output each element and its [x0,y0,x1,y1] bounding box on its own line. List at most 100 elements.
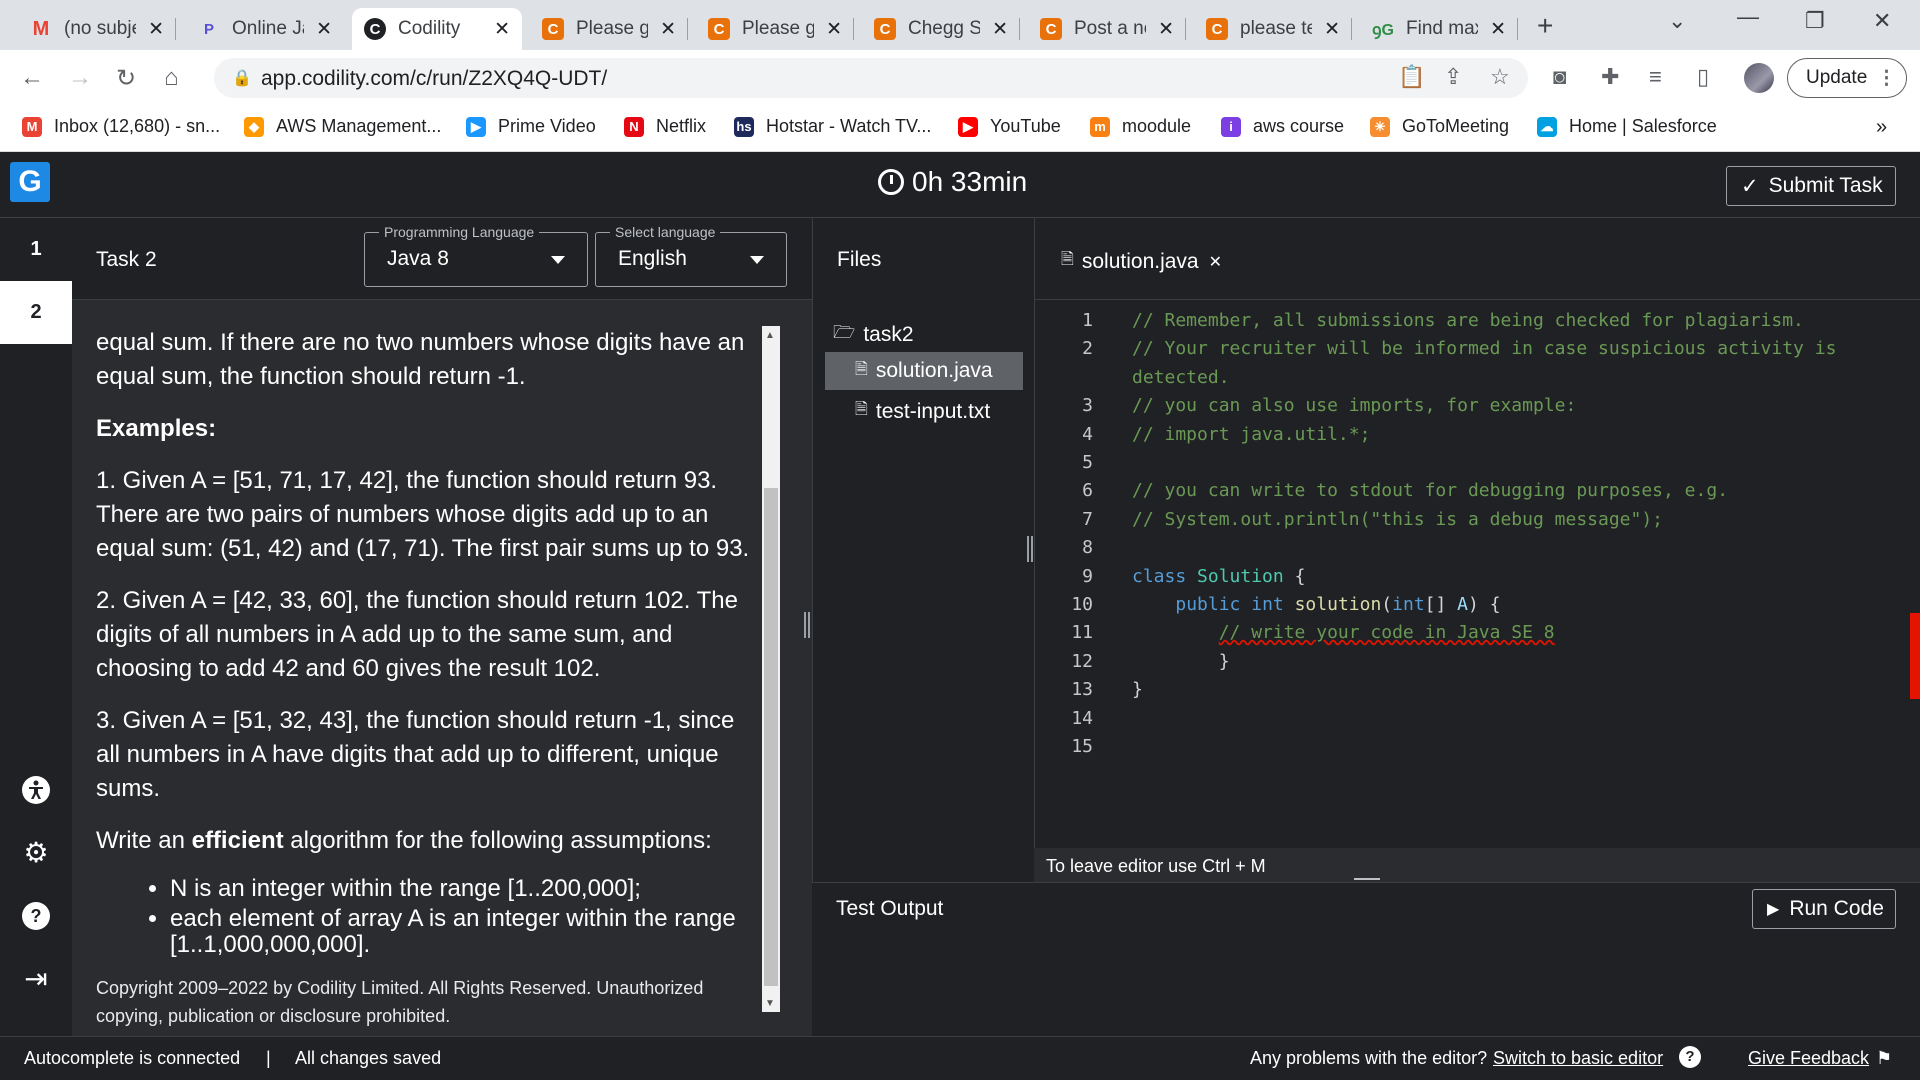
code-line[interactable]: // import java.util.*; [1132,424,1370,445]
browser-tab[interactable]: ꝯG Find max ✕ [1360,8,1518,50]
close-tab-icon[interactable]: ✕ [1490,18,1506,41]
close-tab-icon[interactable]: ✕ [316,18,332,41]
code-line[interactable]: // System.out.println("this is a debug m… [1132,509,1663,530]
code-line[interactable]: // you can also use imports, for example… [1132,395,1576,416]
tab-title: please te [1240,18,1312,39]
scroll-down-icon[interactable]: ▼ [765,998,775,1009]
rail-tab-2[interactable]: 2 [0,281,72,344]
home-icon[interactable]: ⌂ [164,64,179,92]
restore-icon[interactable]: ❐ [1805,8,1825,34]
address-bar[interactable]: 🔒 app.codility.com/c/run/Z2XQ4Q-UDT/ 📋 ⇪… [214,58,1528,98]
code-line[interactable]: } [1132,679,1143,700]
minimize-icon[interactable]: — [1737,4,1759,30]
update-button[interactable]: Update ⋮ [1787,58,1907,98]
code-line[interactable]: public int solution(int[] A) { [1132,594,1500,615]
assumptions-list: N is an integer within the range [1..200… [170,876,760,958]
url-text[interactable]: app.codility.com/c/run/Z2XQ4Q-UDT/ [261,67,607,91]
help-icon[interactable]: ? [20,900,52,932]
close-tab-icon[interactable]: ✕ [494,18,510,41]
panel-resize-handle[interactable] [1027,536,1033,562]
bookmark-item[interactable]: ▶ YouTube [958,116,1061,137]
test-output-label: Test Output [836,897,944,920]
examples-heading: Examples: [96,415,217,442]
folder-task2[interactable]: 🗁 task2 [833,320,914,350]
run-code-button[interactable]: ▶ Run Code [1752,889,1896,929]
code-line[interactable]: // Remember, all submissions are being c… [1132,310,1804,331]
task-scrollbar-thumb[interactable] [764,488,778,986]
reload-icon[interactable]: ↻ [116,64,136,93]
extension-icon[interactable]: ◙ [1553,64,1566,90]
browser-tab[interactable]: C Chegg S ✕ [862,8,1020,50]
lock-icon[interactable]: 🔒 [232,68,252,88]
accessibility-icon[interactable] [20,774,52,806]
flag-icon[interactable]: ⚑ [1876,1048,1892,1069]
browser-tab[interactable]: C Please gi ✕ [696,8,854,50]
help-icon[interactable]: ? [1679,1046,1701,1068]
bookmark-item[interactable]: N Netflix [624,116,706,137]
codility-icon: C [364,18,386,40]
extensions-puzzle-icon[interactable]: ✚ [1601,64,1619,90]
new-tab-icon[interactable]: + [1537,10,1553,42]
avatar[interactable] [1744,63,1774,93]
gmail-icon: M [32,17,50,40]
file-item-test-input[interactable]: 🗎 test-input.txt [855,398,990,425]
language-select[interactable]: Select language English [595,224,787,287]
editor-tab-solution[interactable]: 🗎 solution.java ✕ [1061,248,1222,275]
browser-tab[interactable]: P Online Ja ✕ [186,8,344,50]
share-icon[interactable]: ⇪ [1444,64,1462,90]
code-line[interactable]: // you can write to stdout for debugging… [1132,480,1728,501]
bookmark-item[interactable]: hs Hotstar - Watch TV... [734,116,931,137]
logout-icon[interactable]: ⇥ [20,962,52,994]
code-line[interactable]: class Solution { [1132,566,1305,587]
autocomplete-status: Autocomplete is connected [24,1048,241,1068]
give-feedback-link[interactable]: Give Feedback [1748,1048,1869,1068]
assumption-item: N is an integer within the range [1..200… [170,876,760,902]
panel-resize-handle[interactable] [804,612,810,638]
back-icon[interactable]: ← [20,64,44,92]
programming-language-select[interactable]: Programming Language Java 8 [364,224,588,287]
close-window-icon[interactable]: ✕ [1873,8,1891,34]
settings-icon[interactable]: ⚙ [20,836,52,868]
side-panel-icon[interactable]: ▯ [1697,64,1709,90]
bookmark-star-icon[interactable]: ☆ [1490,64,1510,90]
browser-tab[interactable]: C Post a ne ✕ [1028,8,1186,50]
close-tab-icon[interactable]: ✕ [1209,252,1222,272]
update-label: Update [1806,67,1868,88]
scroll-up-icon[interactable]: ▲ [765,330,775,341]
code-line[interactable]: } [1132,651,1230,672]
code-editor[interactable]: 🗎 solution.java ✕ 1 2 3 4 5 6 7 8 9 10 11 12 13 14 15/… [1034,218,1920,848]
bookmark-label: moodule [1122,116,1192,136]
tab-search-icon[interactable]: ⌄ [1668,8,1686,34]
file-item-solution[interactable]: 🗎 solution.java [825,352,1023,390]
bookmarks-overflow-icon[interactable]: » [1876,116,1887,139]
bookmark-item[interactable]: ◆ AWS Management... [244,116,441,137]
close-tab-icon[interactable]: ✕ [1158,18,1174,41]
clipboard-icon[interactable]: 📋 [1398,64,1425,90]
select-value: English [618,247,687,270]
bookmarks-bar: M Inbox (12,680) - sn... ◆ AWS Management..… [0,106,1920,152]
close-tab-icon[interactable]: ✕ [992,18,1008,41]
bookmark-item[interactable]: i aws course [1221,116,1344,137]
submit-task-button[interactable]: ✓ Submit Task [1726,166,1896,206]
code-line[interactable]: // write your code in Java SE 8 [1132,622,1555,643]
switch-editor-link[interactable]: Switch to basic editor [1493,1048,1663,1068]
browser-tab[interactable]: M (no subje ✕ [18,8,176,50]
select-legend: Programming Language [379,224,540,240]
rail-tab-1[interactable]: 1 [0,218,72,281]
bookmark-item[interactable]: ☁ Home | Salesforce [1537,116,1717,137]
bookmark-item[interactable]: M Inbox (12,680) - sn... [22,116,220,137]
close-tab-icon[interactable]: ✕ [1324,18,1340,41]
browser-tab-active[interactable]: C Codility ✕ [352,8,522,50]
browser-tab[interactable]: C Please gi ✕ [530,8,688,50]
reading-list-icon[interactable]: ≡ [1649,64,1662,90]
bookmark-item[interactable]: m moodule [1090,116,1191,137]
close-tab-icon[interactable]: ✕ [660,18,676,41]
close-tab-icon[interactable]: ✕ [826,18,842,41]
code-line[interactable]: detected. [1132,367,1230,388]
code-line[interactable]: // Your recruiter will be informed in ca… [1132,338,1836,359]
browser-tab[interactable]: C please te ✕ [1194,8,1352,50]
close-tab-icon[interactable]: ✕ [148,18,164,41]
bookmark-item[interactable]: ▶ Prime Video [466,116,596,137]
forward-icon[interactable]: → [68,64,92,92]
bookmark-item[interactable]: ✳ GoToMeeting [1370,116,1509,137]
